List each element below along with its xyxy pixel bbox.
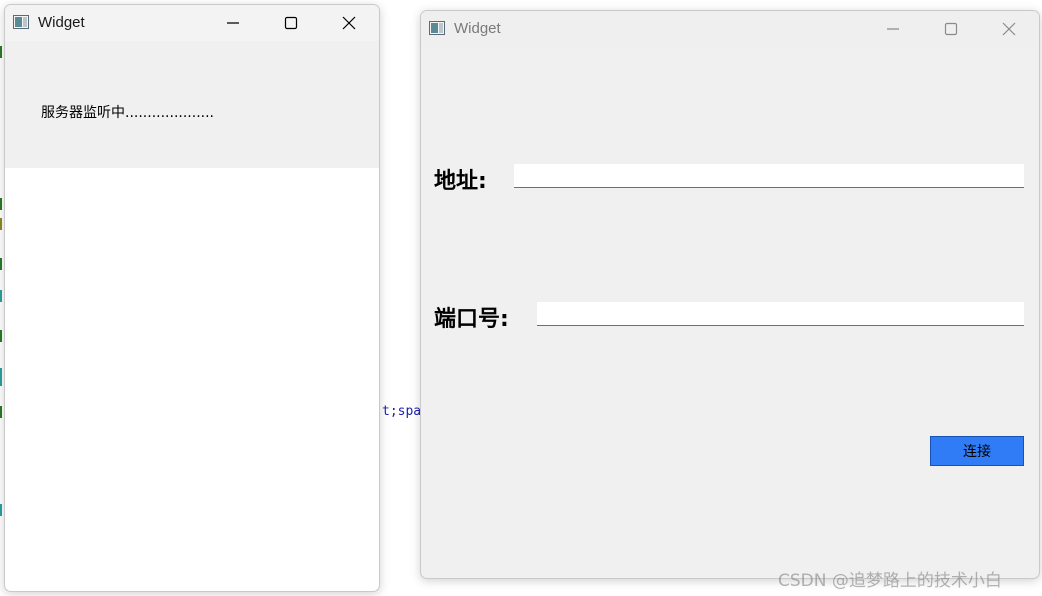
close-icon [1002, 22, 1016, 36]
maximize-button[interactable] [921, 11, 979, 47]
app-icon [429, 21, 445, 35]
minimize-button[interactable] [203, 5, 261, 41]
minimize-icon [887, 28, 899, 30]
editor-code-fragment: t;spa [382, 404, 422, 419]
csdn-watermark: CSDN @追梦路上的技术小白 [778, 571, 1002, 591]
window-title: Widget [38, 14, 85, 31]
minimize-button[interactable] [863, 11, 921, 47]
maximize-icon [284, 16, 298, 30]
maximize-icon [944, 22, 958, 36]
address-label: 地址: [434, 169, 487, 194]
close-button[interactable] [319, 5, 377, 41]
client-window: Widget 地址: 端口号: 连接 [420, 10, 1040, 579]
server-status-label: 服务器监听中.................... [41, 105, 215, 121]
port-label: 端口号: [434, 307, 509, 332]
port-input[interactable] [537, 302, 1024, 326]
client-window-titlebar[interactable]: Widget [421, 11, 1039, 47]
close-icon [342, 16, 356, 30]
close-button[interactable] [979, 11, 1037, 47]
minimize-icon [227, 22, 239, 24]
address-input[interactable] [514, 164, 1024, 188]
connect-button[interactable]: 连接 [930, 436, 1024, 466]
server-window: Widget 服务器监听中.................... [4, 4, 380, 592]
app-icon [13, 15, 29, 29]
window-title: Widget [454, 20, 501, 37]
server-window-titlebar[interactable]: Widget [5, 5, 379, 41]
maximize-button[interactable] [261, 5, 319, 41]
